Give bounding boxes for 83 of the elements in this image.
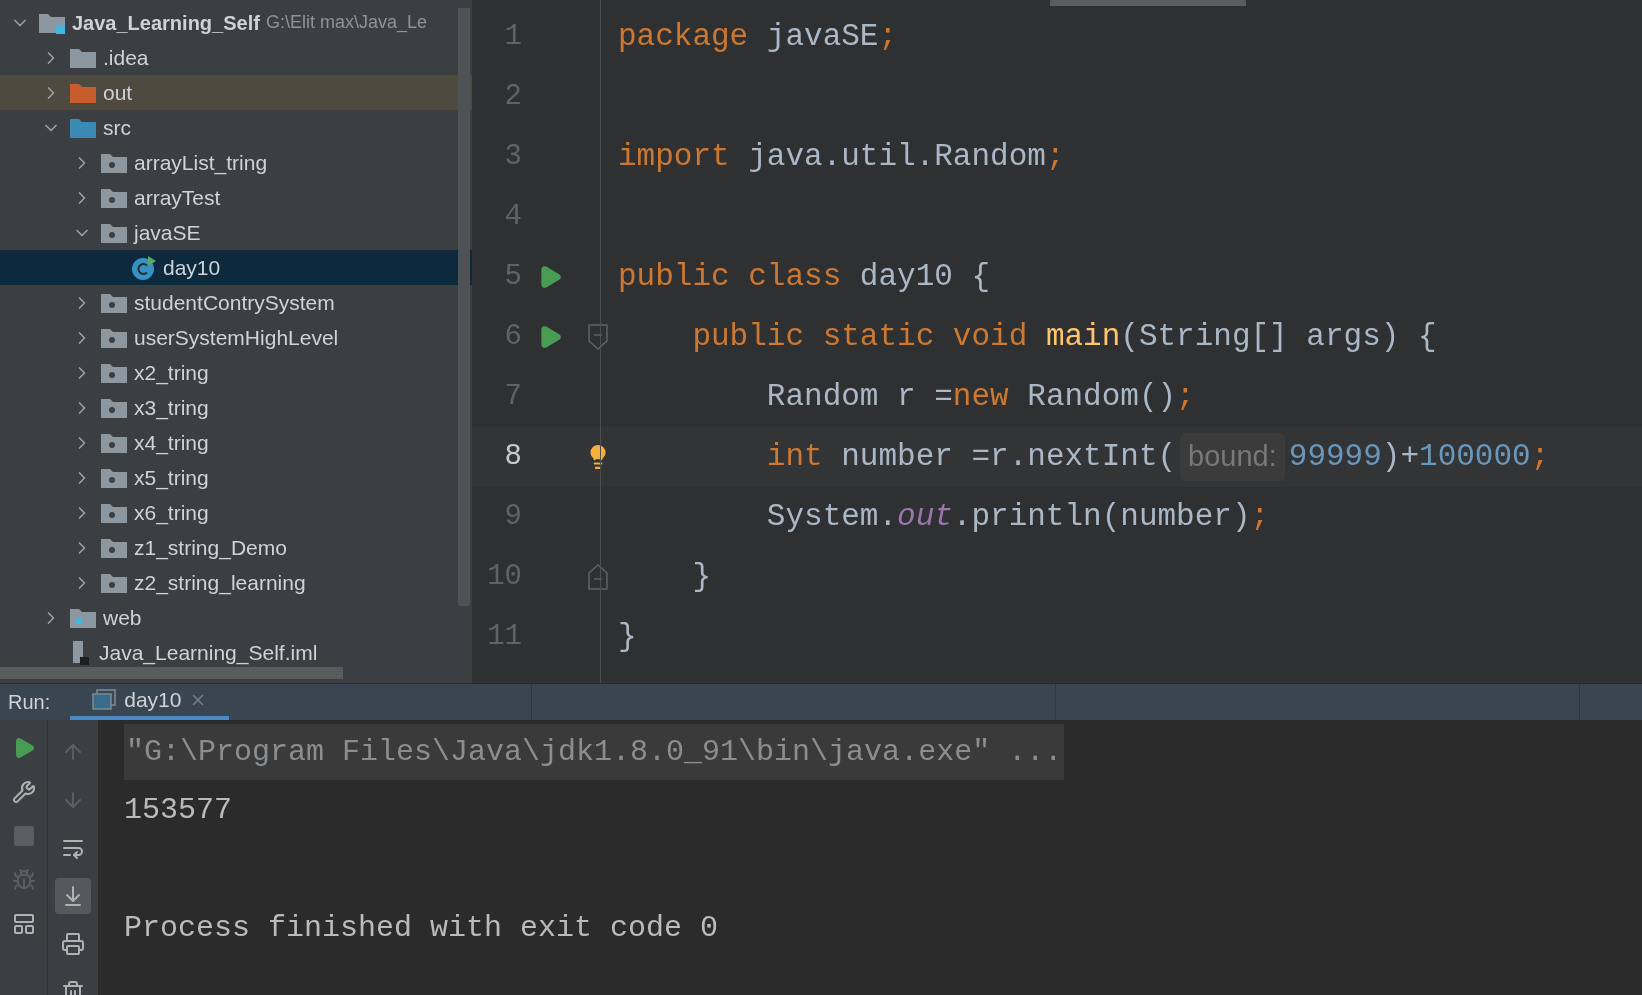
- tree-item-label: z2_string_learning: [134, 569, 306, 597]
- class-icon: [131, 254, 157, 281]
- code-token: (String[] args) {: [1120, 317, 1437, 356]
- code-token: Random(): [1027, 377, 1177, 416]
- tree-item-label: day10: [163, 254, 221, 281]
- tree-item[interactable]: studentContrySystem: [0, 285, 472, 320]
- code-token: System.: [765, 497, 898, 536]
- tree-item-label: x3_tring: [134, 394, 209, 422]
- code-token: ;: [1045, 137, 1065, 176]
- tree-item-label: .idea: [103, 44, 149, 71]
- tree-item[interactable]: x5_tring: [0, 460, 472, 495]
- code-token: day10 {: [859, 257, 991, 296]
- tree-item[interactable]: userSystemHighLevel: [0, 320, 472, 355]
- code-token: import: [618, 137, 731, 176]
- tree-item-label: x4_tring: [134, 429, 209, 457]
- tree-item[interactable]: arrayTest: [0, 180, 472, 215]
- tree-item-label: arrayTest: [134, 184, 221, 211]
- code-token: int: [765, 437, 824, 476]
- code-token: new: [952, 377, 1010, 416]
- code-token: }: [691, 557, 711, 596]
- code-token: javaSE: [766, 17, 879, 56]
- tree-item-label: src: [103, 114, 131, 141]
- tree-item[interactable]: x6_tring: [0, 495, 472, 530]
- parameter-hint: bound:: [1180, 433, 1285, 481]
- tree-item[interactable]: z1_string_Demo: [0, 530, 472, 565]
- tree-item-label: arrayList_tring: [134, 149, 268, 177]
- code-token: ;: [1176, 377, 1195, 416]
- project-path: G:\Elit max\Java_Le: [265, 11, 427, 35]
- code-token: ;: [1250, 497, 1270, 536]
- tab-label: day10: [124, 687, 182, 713]
- code-token: out: [897, 497, 953, 536]
- line-number: 8: [503, 439, 522, 476]
- code-token: ;: [878, 17, 898, 56]
- code-token: )+: [1381, 437, 1420, 476]
- console-output: 153577: [124, 791, 234, 829]
- tree-item[interactable]: src: [0, 110, 472, 145]
- code-token: number =r.nextInt(: [841, 437, 1177, 476]
- code-token: package: [618, 17, 750, 56]
- tree-item-label: z1_string_Demo: [134, 534, 287, 562]
- wrench-icon[interactable]: [11, 779, 36, 804]
- tree-item[interactable]: javaSE: [0, 215, 472, 250]
- code-token: 100000: [1419, 437, 1531, 476]
- tree-item-label: x5_tring: [134, 464, 209, 492]
- scrollbar[interactable]: [1050, 0, 1246, 6]
- tree-item[interactable]: .idea: [0, 40, 472, 75]
- code-token: 99999: [1288, 437, 1382, 476]
- tree-item-label: javaSE: [134, 219, 201, 246]
- scrollbar[interactable]: [0, 667, 343, 679]
- tree-item-label: Java_Learning_Self: [72, 10, 260, 36]
- tree-item[interactable]: web: [0, 600, 472, 635]
- code-token: Random r =: [765, 377, 953, 416]
- tree-item-label: x6_tring: [134, 499, 209, 527]
- console-icon: [92, 688, 117, 711]
- tree-item[interactable]: x2_tring: [0, 355, 472, 390]
- code-token: .println(number): [952, 497, 1251, 536]
- code-token: public static void: [691, 317, 1029, 356]
- fold-icon[interactable]: [588, 564, 608, 590]
- tree-item[interactable]: Java_Learning_Self.iml: [0, 635, 472, 670]
- code-token: main: [1045, 317, 1121, 356]
- console-exit-message: Process finished with exit code 0: [124, 909, 720, 947]
- tree-item-label: studentContrySystem: [134, 289, 335, 316]
- layout-icon[interactable]: [11, 911, 36, 936]
- tree-item[interactable]: x4_tring: [0, 425, 472, 460]
- scrollbar[interactable]: [458, 8, 470, 606]
- tree-item[interactable]: arrayList_tring: [0, 145, 472, 180]
- code-token: ;: [1530, 437, 1550, 476]
- tree-item-label: x2_tring: [134, 359, 209, 387]
- tree-item[interactable]: Java_Learning_Self G:\Elit max\Java_Le: [0, 5, 472, 40]
- tree-item[interactable]: out: [0, 75, 472, 110]
- tree-item[interactable]: z2_string_learning: [0, 565, 472, 600]
- tree-item[interactable]: x3_tring: [0, 390, 472, 425]
- code-token: }: [618, 617, 637, 656]
- code-token: public class: [618, 257, 843, 296]
- code-editor[interactable]: [472, 0, 1642, 683]
- tree-item[interactable]: day10: [0, 250, 472, 285]
- fold-icon[interactable]: [588, 324, 608, 350]
- tree-item-label: Java_Learning_Self.iml: [99, 639, 318, 667]
- tree-item-label: userSystemHighLevel: [134, 324, 339, 351]
- tree-item-label: web: [103, 604, 142, 631]
- tree-item-label: out: [103, 79, 133, 106]
- code-token: java.util.Random: [748, 137, 1046, 176]
- print-icon[interactable]: [61, 931, 85, 956]
- run-label: Run:: [7, 689, 52, 715]
